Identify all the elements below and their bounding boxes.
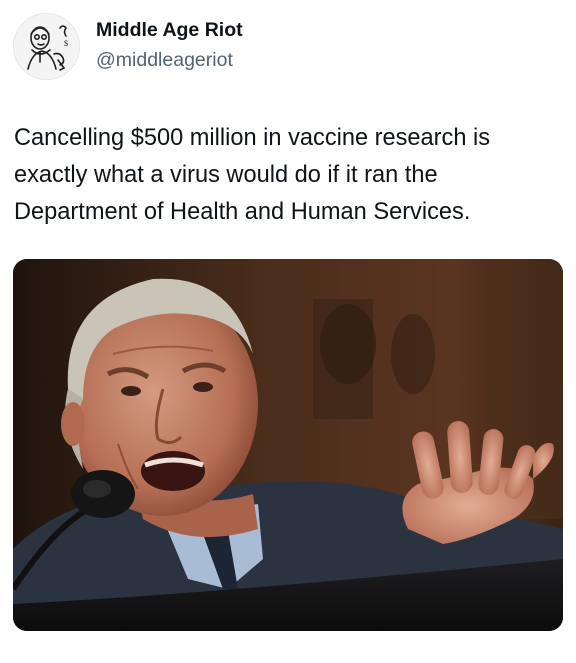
tweet-text: Cancelling $500 million in vaccine resea… — [14, 125, 491, 225]
tweet-photo[interactable] — [13, 259, 563, 631]
avatar[interactable]: $ — [13, 13, 80, 80]
author-handle[interactable]: @middleageriot — [96, 48, 233, 72]
author-display-name[interactable]: Middle Age Riot — [96, 18, 243, 42]
photo-older-man-speaking-at-microphone-icon — [13, 259, 563, 631]
vintage-cartoon-man-avatar-icon: $ — [14, 14, 79, 79]
svg-text:$: $ — [64, 39, 68, 48]
